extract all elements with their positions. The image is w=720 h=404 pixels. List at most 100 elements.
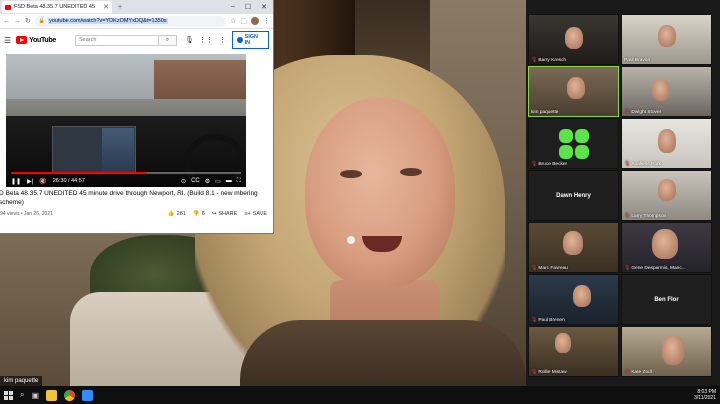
video-progress-fill xyxy=(11,172,147,174)
participant-video xyxy=(565,27,583,49)
participant-video xyxy=(573,285,591,307)
next-icon[interactable]: ▶| xyxy=(27,178,33,185)
taskbar-search-icon[interactable]: ⌕ xyxy=(20,390,24,400)
participant-tile[interactable]: 🎙 Rollie Mistaw xyxy=(528,326,619,377)
participant-video xyxy=(652,79,670,101)
hamburger-menu-icon[interactable]: ☰ xyxy=(4,36,11,45)
reload-icon[interactable]: ↻ xyxy=(25,17,31,25)
participant-label: 🎙 Marc Favreau xyxy=(531,265,568,271)
lock-icon[interactable]: 🔒 xyxy=(39,18,45,24)
participant-tile[interactable]: Ben Flor xyxy=(621,274,712,325)
search-input[interactable] xyxy=(74,34,159,46)
participant-label: 🎙 Larry Thompson xyxy=(624,213,667,219)
dislike-button[interactable]: 👎 6 xyxy=(193,211,205,217)
participant-tile[interactable]: Paul Bravon xyxy=(621,14,712,65)
participant-label: 🎙 Analiese Park xyxy=(624,161,661,167)
back-icon[interactable]: ← xyxy=(3,18,10,25)
mic-muted-icon: 🎙 xyxy=(531,317,538,323)
close-icon[interactable]: ✕ xyxy=(103,3,109,11)
video-progress-bar[interactable] xyxy=(11,172,241,174)
player-controls: ❚❚ ▶| 🔇 26:30 / 44:57 ⊙ CC ⚙ ▭ ▬ ⛶ xyxy=(6,175,246,187)
participant-tile[interactable]: 🎙 Dwight Stover xyxy=(621,66,712,117)
participant-video xyxy=(563,231,583,255)
volume-muted-icon[interactable]: 🔇 xyxy=(39,178,46,185)
participant-label: kim paquette xyxy=(531,110,559,115)
thumbs-down-icon: 👎 xyxy=(192,211,200,217)
main-speaker-name: kim paquette xyxy=(0,376,43,386)
maximize-icon[interactable]: ☐ xyxy=(245,3,251,11)
thumbs-up-icon: 👍 xyxy=(167,211,175,217)
participant-tile[interactable]: 🎙 Larry Thompson xyxy=(621,170,712,221)
zoom-icon[interactable] xyxy=(82,389,94,401)
window-controls: – ☐ ✕ xyxy=(231,3,273,11)
like-count: 281 xyxy=(176,211,186,217)
dislike-count: 6 xyxy=(201,211,205,217)
participant-tile[interactable]: 🎙 Barry Kresch xyxy=(528,14,619,65)
taskbar-clock[interactable]: 8:03 PM 3/11/2021 xyxy=(694,389,716,401)
share-label: SHARE xyxy=(218,211,238,217)
mic-muted-icon: 🎙 xyxy=(624,109,631,115)
video-player[interactable]: ❚❚ ▶| 🔇 26:30 / 44:57 ⊙ CC ⚙ ▭ ▬ ⛶ xyxy=(6,54,246,187)
participant-video xyxy=(555,333,571,353)
speaker-shoulders xyxy=(240,320,526,386)
theater-icon[interactable]: ▬ xyxy=(226,178,232,185)
mic-muted-icon: 🎙 xyxy=(531,265,538,271)
profile-avatar[interactable] xyxy=(251,17,259,25)
browser-window[interactable]: FSD Beta 48.35.7 UNEDITED 45 ✕ + – ☐ ✕ ←… xyxy=(0,0,274,234)
youtube-logo-text: YouTube xyxy=(29,36,56,44)
share-icon: ↪ xyxy=(211,211,217,217)
mic-muted-icon: 🎙 xyxy=(531,369,538,375)
apps-grid-icon[interactable]: ⋮⋮ xyxy=(199,36,213,44)
chrome-icon[interactable] xyxy=(64,389,76,401)
star-icon[interactable]: ☆ xyxy=(230,17,236,25)
windows-start-icon[interactable] xyxy=(4,390,13,400)
like-button[interactable]: 👍 281 xyxy=(168,211,186,217)
share-button[interactable]: ↪ SHARE xyxy=(212,211,238,217)
participant-label: 🎙 Barry Kresch xyxy=(531,57,567,63)
window-close-icon[interactable]: ✕ xyxy=(261,3,267,11)
pause-icon[interactable]: ❚❚ xyxy=(11,178,21,185)
new-tab-icon[interactable]: + xyxy=(118,4,122,11)
mic-muted-icon: 🎙 xyxy=(531,57,538,63)
search-icon[interactable]: ⌕ xyxy=(158,34,177,46)
speaker-eye-right xyxy=(400,168,422,176)
participant-label: 🎙 Paul Brenen xyxy=(531,317,565,323)
save-button[interactable]: ≡+ SAVE xyxy=(244,211,267,217)
youtube-favicon-icon xyxy=(5,4,11,10)
url-text[interactable]: youtube.com/watch?v=YDKzOMYxDQ&t=1350s xyxy=(48,18,168,24)
task-view-icon[interactable]: ▣ xyxy=(31,391,39,400)
participant-tile[interactable]: 🎙 Kate Zodl xyxy=(621,326,712,377)
participant-tile[interactable]: 🎙 Analiese Park xyxy=(621,118,712,169)
save-icon: ≡+ xyxy=(244,211,251,217)
menu-icon[interactable]: ⋮ xyxy=(263,17,270,25)
video-actions: 👍 281 👎 6 ↪ SHARE ≡+ SAVE xyxy=(168,211,267,217)
participant-tile[interactable]: 🎙 Paul Brenen xyxy=(528,274,619,325)
file-explorer-icon[interactable] xyxy=(46,389,58,401)
views-date: 94 views • Jan 26, 2021 xyxy=(0,211,53,217)
participant-tile[interactable]: 🎙 Marc Favreau xyxy=(528,222,619,273)
captions-icon[interactable]: CC xyxy=(191,178,200,185)
participant-label: 🎙 Rollie Mistaw xyxy=(531,369,567,375)
forward-icon[interactable]: → xyxy=(14,18,21,25)
settings-icon[interactable]: ⚙ xyxy=(205,178,210,185)
participant-tile[interactable]: 🎙 Gene Desparmis, Manc... xyxy=(621,222,712,273)
participant-tile[interactable]: Dawn Henry xyxy=(528,170,619,221)
youtube-logo[interactable]: YouTube xyxy=(16,36,56,44)
extensions-icon[interactable]: ⬚ xyxy=(240,17,247,25)
participant-tile[interactable]: kim paquette xyxy=(528,66,619,117)
miniplayer-icon[interactable]: ▭ xyxy=(215,178,221,185)
address-bar[interactable]: 🔒 youtube.com/watch?v=YDKzOMYxDQ&t=1350s xyxy=(34,15,227,27)
video-title: D Beta 48.35.7 UNEDITED 45 minute drive … xyxy=(0,190,258,206)
minimize-icon[interactable]: – xyxy=(231,3,235,11)
fullscreen-icon[interactable]: ⛶ xyxy=(237,178,241,185)
address-bar-row: ← → ↻ 🔒 youtube.com/watch?v=YDKzOMYxDQ&t… xyxy=(0,14,273,29)
voice-search-icon[interactable]: 🎙 xyxy=(185,36,194,44)
participant-label: 🎙 Kate Zodl xyxy=(624,369,652,375)
sign-in-button[interactable]: SIGN IN xyxy=(231,31,269,49)
more-icon[interactable]: ⋮ xyxy=(219,36,226,44)
speaker-earring xyxy=(347,236,355,244)
participant-label: 🎙 Bruce Becker xyxy=(531,161,568,167)
participant-tile[interactable]: 🎙 Bruce Becker xyxy=(528,118,619,169)
autoplay-icon[interactable]: ⊙ xyxy=(181,178,186,185)
tab-youtube[interactable]: FSD Beta 48.35.7 UNEDITED 45 ✕ xyxy=(2,1,112,13)
